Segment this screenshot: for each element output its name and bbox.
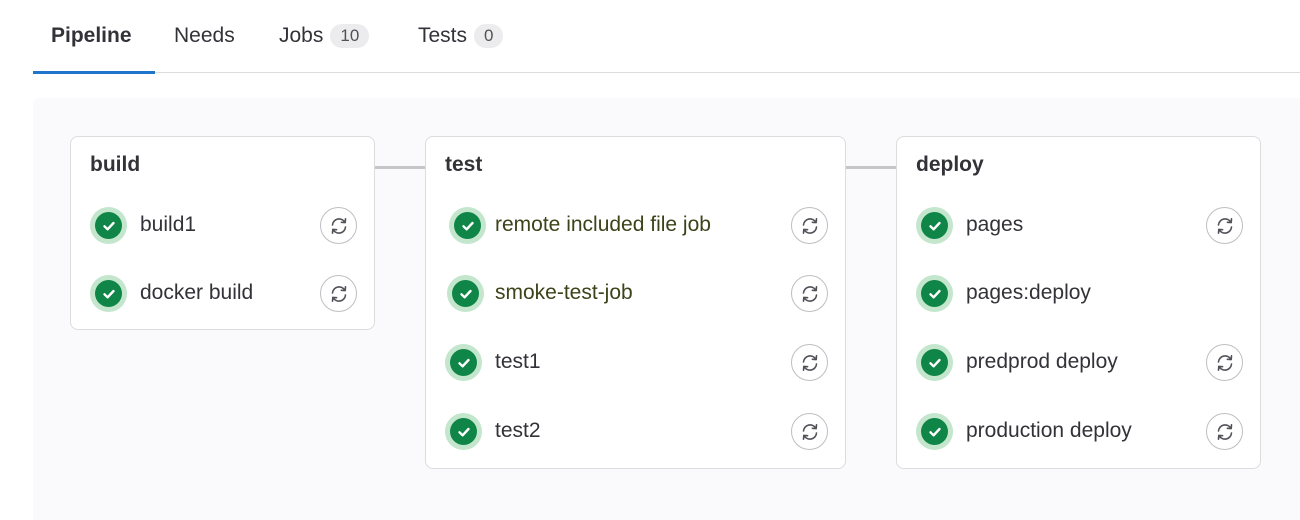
job-name[interactable]: production deploy [966, 406, 1132, 456]
job-build1[interactable]: build1 [71, 200, 374, 250]
job-name[interactable]: smoke-test-job [495, 268, 633, 318]
pipeline-tabs: Pipeline Needs Jobs 10 Tests 0 [33, 0, 1300, 74]
job-name[interactable]: build1 [140, 200, 196, 250]
check-circle-icon[interactable] [90, 207, 127, 244]
check-circle-icon[interactable] [90, 275, 127, 312]
retry-button[interactable] [320, 275, 357, 312]
stage-connector [375, 166, 426, 169]
job-name[interactable]: docker build [140, 268, 253, 318]
retry-icon [1217, 217, 1232, 234]
stage-title: test [445, 153, 483, 176]
retry-button[interactable] [320, 207, 357, 244]
tests-count-badge: 0 [474, 24, 504, 48]
retry-icon [331, 217, 346, 234]
retry-button[interactable] [791, 275, 828, 312]
stage-connector [846, 166, 897, 169]
check-circle-icon[interactable] [445, 344, 482, 381]
job-pages[interactable]: pages [897, 200, 1260, 250]
active-tab-indicator [33, 71, 155, 74]
jobs-count-badge: 10 [330, 24, 370, 48]
retry-icon [1217, 423, 1232, 440]
job-test1[interactable]: test1 [426, 337, 845, 387]
stage-title: deploy [916, 153, 984, 176]
tab-jobs-label: Jobs [279, 24, 324, 47]
check-circle-icon[interactable] [916, 207, 953, 244]
retry-icon [1217, 354, 1232, 371]
tab-pipeline-label: Pipeline [51, 24, 132, 47]
job-name[interactable]: pages [966, 200, 1023, 250]
tab-needs[interactable]: Needs [174, 0, 235, 72]
stage-build: build build1 docker build [70, 136, 375, 330]
stage-deploy: deploy pages pages:deploy predprod deplo… [896, 136, 1261, 469]
job-name[interactable]: test1 [495, 337, 541, 387]
job-name[interactable]: predprod deploy [966, 337, 1118, 387]
tab-tests[interactable]: Tests 0 [418, 0, 504, 72]
retry-icon [802, 285, 817, 302]
job-predprod-deploy[interactable]: predprod deploy [897, 337, 1260, 387]
retry-icon [802, 217, 817, 234]
tab-jobs[interactable]: Jobs 10 [279, 0, 370, 72]
check-circle-icon[interactable] [916, 413, 953, 450]
retry-icon [331, 285, 346, 302]
retry-button[interactable] [1206, 207, 1243, 244]
check-circle-icon[interactable] [447, 275, 484, 312]
check-circle-icon[interactable] [916, 344, 953, 381]
retry-button[interactable] [1206, 344, 1243, 381]
retry-button[interactable] [791, 413, 828, 450]
job-pages-deploy[interactable]: pages:deploy [897, 268, 1260, 318]
tab-needs-label: Needs [174, 24, 235, 47]
check-circle-icon[interactable] [449, 207, 486, 244]
job-name[interactable]: remote included file job [495, 200, 711, 250]
retry-button[interactable] [791, 344, 828, 381]
stage-test: test remote included file job smoke-test… [425, 136, 846, 469]
job-name[interactable]: test2 [495, 406, 541, 456]
tab-pipeline[interactable]: Pipeline [33, 0, 155, 74]
job-production-deploy[interactable]: production deploy [897, 406, 1260, 456]
check-circle-icon[interactable] [916, 275, 953, 312]
retry-button[interactable] [1206, 413, 1243, 450]
retry-button[interactable] [791, 207, 828, 244]
tab-tests-label: Tests [418, 24, 468, 47]
job-docker-build[interactable]: docker build [71, 268, 374, 318]
check-circle-icon[interactable] [445, 413, 482, 450]
job-remote-included-file-job[interactable]: remote included file job [426, 200, 845, 250]
job-test2[interactable]: test2 [426, 406, 845, 456]
retry-icon [802, 354, 817, 371]
retry-icon [802, 423, 817, 440]
job-name[interactable]: pages:deploy [966, 268, 1091, 318]
stage-title: build [90, 153, 141, 176]
job-smoke-test-job[interactable]: smoke-test-job [426, 268, 845, 318]
